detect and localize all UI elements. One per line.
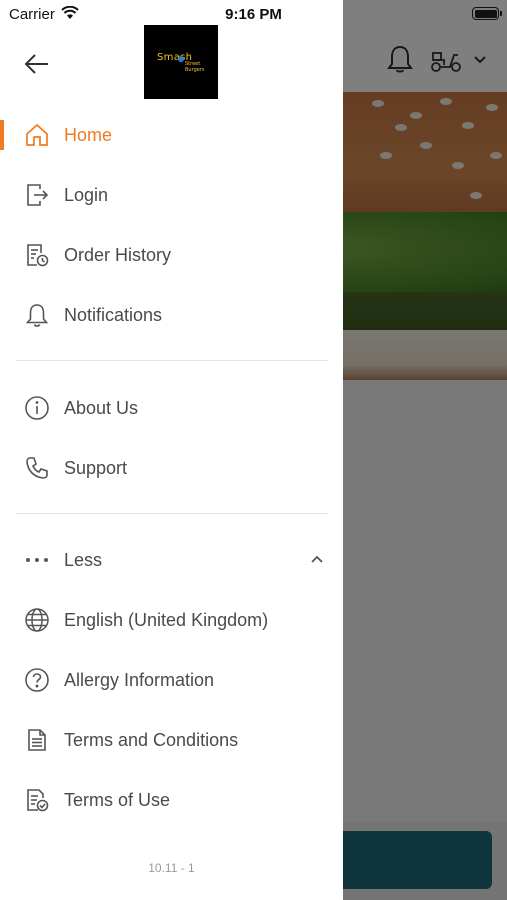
logo-dot <box>178 56 184 62</box>
logo-subtext: Street Burgers <box>185 61 205 73</box>
status-time: 9:16 PM <box>225 6 282 23</box>
active-indicator <box>0 120 4 150</box>
menu-label-about-us: About Us <box>64 398 139 418</box>
brand-logo: Smash Street Burgers <box>144 25 218 99</box>
document-icon <box>28 729 46 751</box>
battery-nub <box>500 11 502 16</box>
question-icon <box>25 668 49 692</box>
document-check-icon <box>27 789 49 812</box>
menu-item-order-history[interactable]: Order History <box>0 230 343 280</box>
app-version: 10.11 - 1 <box>148 861 195 875</box>
menu-label-terms-of-use: Terms of Use <box>64 790 171 810</box>
battery-icon <box>472 7 499 20</box>
menu-item-notifications[interactable]: Notifications <box>0 290 343 340</box>
chevron-up-icon <box>311 555 323 563</box>
menu-item-home[interactable]: Home <box>0 110 343 160</box>
menu-item-support[interactable]: Support <box>0 443 343 493</box>
menu-label-terms-and-conditions: Terms and Conditions <box>64 730 239 750</box>
login-icon <box>27 184 49 206</box>
menu-label-notifications: Notifications <box>64 305 163 325</box>
back-arrow-icon[interactable] <box>22 50 52 78</box>
status-bar: Carrier 9:16 PM <box>0 0 507 28</box>
menu-label-order-history: Order History <box>64 245 172 265</box>
bell-icon <box>25 304 49 327</box>
info-icon <box>25 396 49 420</box>
globe-icon <box>25 608 49 632</box>
menu-item-terms-and-conditions[interactable]: Terms and Conditions <box>0 715 343 765</box>
menu-label-login: Login <box>64 185 109 205</box>
menu-label-home: Home <box>64 125 113 145</box>
menu-divider <box>16 513 328 514</box>
home-icon <box>26 123 48 146</box>
navigation-drawer: Smash Street Burgers Home Login Order His… <box>0 0 343 900</box>
menu-item-allergy-information[interactable]: Allergy Information <box>0 655 343 705</box>
menu-label-less: Less <box>64 550 103 570</box>
menu-label-language: English (United Kingdom) <box>64 610 269 630</box>
order-history-icon <box>27 244 49 267</box>
menu-item-login[interactable]: Login <box>0 170 343 220</box>
menu-divider <box>16 360 328 361</box>
menu-item-about-us[interactable]: About Us <box>0 383 343 433</box>
phone-icon <box>26 457 48 479</box>
menu-item-terms-of-use[interactable]: Terms of Use <box>0 775 343 825</box>
menu-label-support: Support <box>64 458 128 478</box>
menu-item-language[interactable]: English (United Kingdom) <box>0 595 343 645</box>
menu-label-allergy-information: Allergy Information <box>64 670 215 690</box>
menu-item-less[interactable]: Less <box>0 535 343 585</box>
more-dots-icon <box>26 558 48 562</box>
